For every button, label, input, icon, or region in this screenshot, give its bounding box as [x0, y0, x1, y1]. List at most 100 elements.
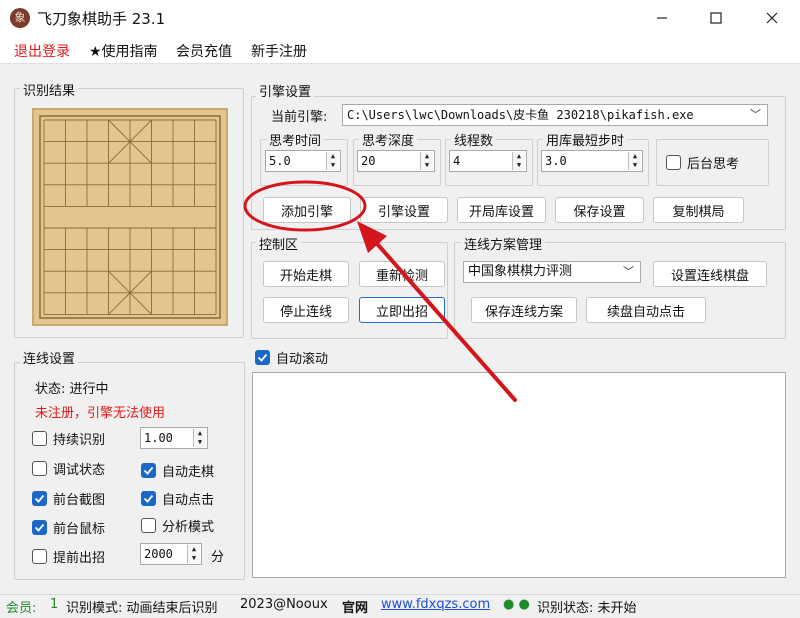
chess-board — [32, 108, 228, 326]
minimize-icon[interactable] — [634, 0, 690, 36]
member-value: 1 — [50, 597, 59, 612]
opening-book-button[interactable]: 开局库设置 — [457, 197, 546, 223]
threads-value: 4 — [453, 154, 461, 168]
copy-game-button[interactable]: 复制棋局 — [653, 197, 744, 223]
interval-stepper[interactable]: ▲ ▼ — [193, 429, 206, 447]
checkbox-checked-icon — [141, 491, 156, 506]
window-title: 飞刀象棋助手 23.1 — [37, 10, 166, 28]
site-label: 官网 — [342, 601, 369, 616]
auto-click-continue-button[interactable]: 续盘自动点击 — [586, 297, 706, 323]
early-move-label: 提前出招 — [53, 551, 106, 566]
checkbox-unchecked-icon — [32, 431, 47, 446]
interval-value: 1.00 — [144, 431, 173, 445]
member-label: 会员: — [6, 601, 37, 616]
depth-label: 思考深度 — [359, 130, 418, 149]
save-settings-button[interactable]: 保存设置 — [555, 197, 644, 223]
website-link[interactable]: www.fdxqzs.com — [381, 597, 490, 612]
interval-input[interactable]: 1.00 ▲ ▼ — [140, 427, 208, 449]
status-dots: ● ● — [503, 597, 530, 612]
think-time-stepper[interactable]: ▲ ▼ — [326, 152, 339, 170]
auto-move-label: 自动走棋 — [162, 465, 215, 480]
chevron-down-icon: ﹀ — [750, 108, 761, 121]
min-step-stepper[interactable]: ▲ ▼ — [628, 152, 641, 170]
link-plan-group — [454, 242, 786, 339]
checkbox-unchecked-icon — [666, 155, 681, 170]
menu-logout[interactable]: 退出登录 — [14, 41, 70, 61]
recognition-title: 识别结果 — [20, 80, 79, 99]
save-link-plan-button[interactable]: 保存连线方案 — [471, 297, 577, 323]
depth-value: 20 — [361, 154, 376, 168]
analysis-mode-checkbox[interactable]: 分析模式 — [141, 516, 214, 535]
auto-scroll-label: 自动滚动 — [276, 352, 329, 367]
foreground-mouse-checkbox[interactable]: 前台鼠标 — [32, 518, 105, 537]
recognition-mode-text: 识别模式: 动画结束后识别 — [66, 601, 218, 616]
log-textarea[interactable] — [252, 372, 786, 578]
current-engine-value: C:\Users\lwc\Downloads\皮卡鱼 230218\pikafi… — [347, 108, 694, 122]
foreground-capture-checkbox[interactable]: 前台截图 — [32, 489, 105, 508]
checkbox-checked-icon — [141, 463, 156, 478]
early-move-stepper[interactable]: ▲ ▼ — [187, 545, 200, 563]
move-now-button[interactable]: 立即出招 — [359, 297, 445, 323]
threads-stepper[interactable]: ▲ ▼ — [512, 152, 525, 170]
foreground-capture-label: 前台截图 — [53, 493, 106, 508]
add-engine-button[interactable]: 添加引擎 — [263, 197, 351, 223]
checkbox-unchecked-icon — [32, 549, 47, 564]
link-plan-value: 中国象棋棋力评测 — [468, 264, 573, 279]
continuous-recognition-checkbox[interactable]: 持续识别 — [32, 429, 105, 448]
redetect-button[interactable]: 重新检测 — [359, 261, 445, 287]
checkbox-checked-icon — [32, 491, 47, 506]
status-text: 状态: 进行中 — [35, 382, 109, 397]
depth-stepper[interactable]: ▲ ▼ — [420, 152, 433, 170]
min-step-label: 用库最短步时 — [543, 130, 628, 149]
maximize-icon[interactable] — [688, 0, 744, 36]
threads-input[interactable]: 4 ▲ ▼ — [449, 150, 527, 172]
threads-label: 线程数 — [451, 130, 497, 149]
link-plan-title: 连线方案管理 — [461, 234, 546, 253]
recognition-status-text: 识别状态: 未开始 — [537, 601, 637, 616]
start-move-button[interactable]: 开始走棋 — [263, 261, 349, 287]
background-think-label: 后台思考 — [687, 157, 740, 172]
early-move-ms-value: 2000 — [144, 547, 173, 561]
chevron-down-icon: ﹀ — [623, 265, 634, 278]
checkbox-unchecked-icon — [32, 461, 47, 476]
think-time-label: 思考时间 — [266, 130, 325, 149]
set-link-board-button[interactable]: 设置连线棋盘 — [653, 261, 767, 287]
current-engine-label: 当前引擎: — [271, 110, 328, 125]
engine-settings-button[interactable]: 引擎设置 — [360, 197, 448, 223]
app-logo-icon: 象 — [10, 8, 30, 28]
background-think-checkbox[interactable]: 后台思考 — [666, 153, 739, 172]
control-group — [251, 242, 448, 339]
auto-click-checkbox[interactable]: 自动点击 — [141, 489, 214, 508]
warning-text: 未注册，引擎无法使用 — [35, 406, 166, 421]
debug-state-label: 调试状态 — [53, 463, 106, 478]
link-plan-select[interactable]: 中国象棋棋力评测 ﹀ — [463, 261, 641, 283]
continuous-recognition-label: 持续识别 — [53, 433, 106, 448]
menu-register[interactable]: 新手注册 — [251, 41, 307, 61]
checkbox-unchecked-icon — [141, 518, 156, 533]
depth-input[interactable]: 20 ▲ ▼ — [357, 150, 435, 172]
early-move-ms-input[interactable]: 2000 ▲ ▼ — [140, 543, 202, 565]
early-move-checkbox[interactable]: 提前出招 — [32, 547, 105, 566]
auto-click-label: 自动点击 — [162, 493, 215, 508]
min-step-input[interactable]: 3.0 ▲ ▼ — [541, 150, 643, 172]
current-engine-select[interactable]: C:\Users\lwc\Downloads\皮卡鱼 230218\pikafi… — [342, 104, 768, 126]
auto-scroll-checkbox[interactable]: 自动滚动 — [255, 348, 328, 367]
copyright-text: 2023@Nooux — [240, 597, 328, 612]
stop-link-button[interactable]: 停止连线 — [263, 297, 349, 323]
close-icon[interactable] — [744, 0, 800, 36]
min-step-value: 3.0 — [545, 154, 567, 168]
checkbox-checked-icon — [32, 520, 47, 535]
engine-settings-title: 引擎设置 — [256, 81, 315, 100]
menu-recharge[interactable]: 会员充值 — [176, 41, 232, 61]
connection-settings-title: 连线设置 — [20, 348, 79, 367]
foreground-mouse-label: 前台鼠标 — [53, 522, 106, 537]
analysis-mode-label: 分析模式 — [162, 520, 215, 535]
early-move-unit: 分 — [211, 550, 225, 565]
control-title: 控制区 — [256, 234, 302, 253]
checkbox-checked-icon — [255, 350, 270, 365]
debug-state-checkbox[interactable]: 调试状态 — [32, 459, 105, 478]
auto-move-checkbox[interactable]: 自动走棋 — [141, 461, 214, 480]
think-time-input[interactable]: 5.0 ▲ ▼ — [265, 150, 341, 172]
think-time-value: 5.0 — [269, 154, 291, 168]
menu-guide[interactable]: ★使用指南 — [89, 41, 158, 61]
